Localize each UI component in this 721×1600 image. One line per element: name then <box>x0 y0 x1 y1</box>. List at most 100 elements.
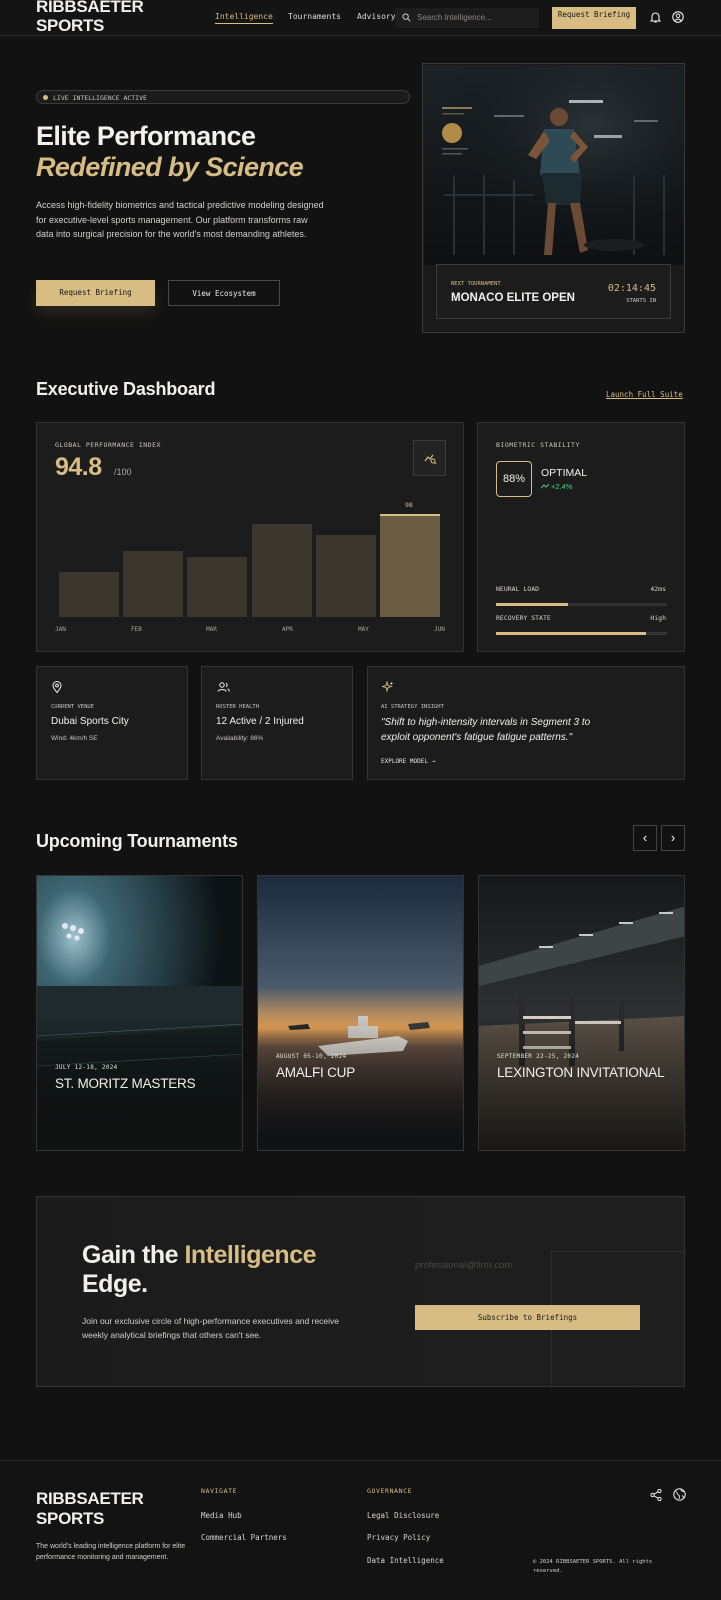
sparkle-icon <box>382 681 394 693</box>
cta-title-line-1: Gain the Intelligence <box>82 1241 317 1270</box>
recovery-value: High <box>650 614 666 622</box>
tournament-card[interactable]: JULY 12-18, 2024 ST. MORITZ MASTERS <box>36 875 243 1151</box>
footer-logo[interactable]: RIBBSAETER SPORTS <box>36 1489 144 1529</box>
nav-advisory[interactable]: Advisory <box>357 12 396 21</box>
next-tournament-card[interactable]: NEXT TOURNAMENT MONACO ELITE OPEN 02:14:… <box>436 264 671 319</box>
tournament-date: SEPTEMBER 22-25, 2024 <box>497 1053 580 1060</box>
cta-description: Join our exclusive circle of high-perfor… <box>82 1316 340 1340</box>
biometric-status: OPTIMAL <box>541 467 588 479</box>
tournament-name: LEXINGTON INVITATIONAL <box>497 1065 665 1080</box>
dashboard-title: Executive Dashboard <box>36 379 216 399</box>
footer-navigate-heading: NAVIGATE <box>201 1487 238 1495</box>
hero-title-line-2: Redefined by Science <box>36 152 304 182</box>
chart-bar <box>59 572 119 617</box>
footer-logo-line-1: RIBBSAETER <box>36 1489 144 1508</box>
footer-tagline: The world's leading intelligence platfor… <box>36 1543 186 1561</box>
footer-governance-heading: GOVERNANCE <box>367 1487 413 1495</box>
neural-load-value: 42ms <box>650 585 666 593</box>
ai-insight-card: AI STRATEGY INSIGHT "Shift to high-inten… <box>367 666 685 780</box>
launch-full-suite-link[interactable]: Launch Full Suite <box>606 390 683 399</box>
footer-link-privacy[interactable]: Privacy Policy <box>367 1533 430 1542</box>
chart-bar <box>251 524 312 617</box>
subscribe-button[interactable]: Subscribe to Briefings <box>415 1305 640 1330</box>
recovery-label: RECOVERY STATE <box>496 614 551 622</box>
venue-label: CURRENT VENUE <box>51 704 95 710</box>
neural-load-label: NEURAL LOAD <box>496 585 540 593</box>
biometric-stability-panel: BIOMETRIC STABILITY 88% OPTIMAL +2.4% NE… <box>477 422 685 652</box>
brand-logo[interactable]: RIBBSAETER SPORTS <box>36 0 144 35</box>
venue-value: Dubai Sports City <box>51 716 129 727</box>
hero-description: Access high-fidelity biometrics and tact… <box>36 200 324 239</box>
hero-request-briefing-button[interactable]: Request Briefing <box>36 280 155 306</box>
chart-bar <box>315 534 376 617</box>
analytics-button[interactable] <box>413 440 446 476</box>
neural-load-bar <box>496 603 667 606</box>
chart-data-label: 98 <box>405 501 413 510</box>
tournament-date: JULY 12-18, 2024 <box>55 1064 118 1071</box>
ai-insight-label: AI STRATEGY INSIGHT <box>381 704 444 710</box>
carousel-prev-button[interactable]: ‹ <box>633 825 657 851</box>
email-input[interactable]: professional@firm.com <box>415 1260 635 1280</box>
live-dot <box>43 94 48 100</box>
roster-label: ROSTER HEALTH <box>216 704 260 710</box>
chevron-right-icon: › <box>670 830 676 845</box>
recovery-fill <box>496 632 647 635</box>
ai-insight-quote: "Shift to high-intensity intervals in Se… <box>381 717 591 743</box>
view-ecosystem-button[interactable]: View Ecosystem <box>168 280 280 306</box>
cta-title-line-2: Edge. <box>82 1270 148 1298</box>
chart-bar <box>187 556 248 617</box>
athlete-image <box>424 65 683 265</box>
email-placeholder: professional@firm.com <box>415 1260 513 1271</box>
month-label: MAR <box>206 626 217 633</box>
globe-icon[interactable] <box>673 1488 686 1501</box>
nav-intelligence[interactable]: Intelligence <box>215 12 273 24</box>
live-badge-text: LIVE INTELLIGENCE ACTIVE <box>53 94 147 102</box>
header-request-briefing-button[interactable]: Request Briefing <box>552 7 636 29</box>
neural-load-fill <box>496 603 568 606</box>
countdown-timer: 02:14:45 <box>607 283 656 294</box>
explore-model-link[interactable]: EXPLORE MODEL → <box>381 758 435 765</box>
carousel-next-button[interactable]: › <box>661 825 685 851</box>
roster-availability: Availability: 86% <box>216 735 264 742</box>
cta-title-highlight: Intelligence <box>184 1241 317 1269</box>
footer-link-commercial-partners[interactable]: Commercial Partners <box>201 1533 287 1542</box>
chevron-left-icon: ‹ <box>642 830 648 845</box>
month-label: JUN <box>434 626 445 633</box>
tournament-card[interactable]: AUGUST 05-10, 2024 AMALFI CUP <box>257 875 464 1151</box>
chart-bar <box>380 514 440 617</box>
next-tournament-name: MONACO ELITE OPEN <box>451 292 575 304</box>
current-venue-card: CURRENT VENUE Dubai Sports City Wind: 4k… <box>36 666 188 780</box>
biometric-percent: 88% <box>496 461 532 497</box>
trend-search-icon <box>424 454 437 465</box>
footer-logo-line-2: SPORTS <box>36 1509 105 1528</box>
location-pin-icon <box>52 681 62 693</box>
bell-icon[interactable] <box>650 11 661 23</box>
footer-link-data-intelligence[interactable]: Data Intelligence <box>367 1556 444 1565</box>
footer-copyright: © 2024 RIBBSAETER SPORTS. All rights res… <box>533 1559 653 1574</box>
hero-title-line-1: Elite Performance <box>36 121 256 151</box>
logo-line-2: SPORTS <box>36 16 105 35</box>
footer-link-media-hub[interactable]: Media Hub <box>201 1511 242 1520</box>
search-input[interactable]: Search Intelligence... <box>395 8 539 28</box>
live-status-badge: LIVE INTELLIGENCE ACTIVE <box>36 90 410 104</box>
tournaments-title: Upcoming Tournaments <box>36 831 238 851</box>
explore-model-text: EXPLORE MODEL <box>381 758 428 765</box>
yacht-image <box>258 876 463 1150</box>
site-footer: RIBBSAETER SPORTS The world's leading in… <box>0 1460 721 1600</box>
countdown-label: STARTS IN <box>626 298 656 304</box>
newsletter-cta-panel: Gain the Intelligence Edge. Join our exc… <box>36 1196 686 1388</box>
nav-tournaments[interactable]: Tournaments <box>288 12 341 21</box>
roster-value: 12 Active / 2 Injured <box>216 716 304 727</box>
footer-link-legal[interactable]: Legal Disclosure <box>367 1511 439 1520</box>
gpi-scale: /100 <box>114 467 132 477</box>
tournament-name: ST. MORITZ MASTERS <box>55 1076 196 1091</box>
chart-bar <box>123 550 184 617</box>
account-icon[interactable] <box>672 11 684 23</box>
tournament-date: AUGUST 05-10, 2024 <box>276 1053 347 1060</box>
share-icon[interactable] <box>650 1489 662 1501</box>
search-icon <box>402 13 411 22</box>
roster-health-card: ROSTER HEALTH 12 Active / 2 Injured Avai… <box>201 666 353 780</box>
stadium-image <box>37 876 242 1150</box>
top-header: RIBBSAETER SPORTS Intelligence Tournamen… <box>0 0 721 36</box>
tournament-card[interactable]: SEPTEMBER 22-25, 2024 LEXINGTON INVITATI… <box>478 875 685 1151</box>
